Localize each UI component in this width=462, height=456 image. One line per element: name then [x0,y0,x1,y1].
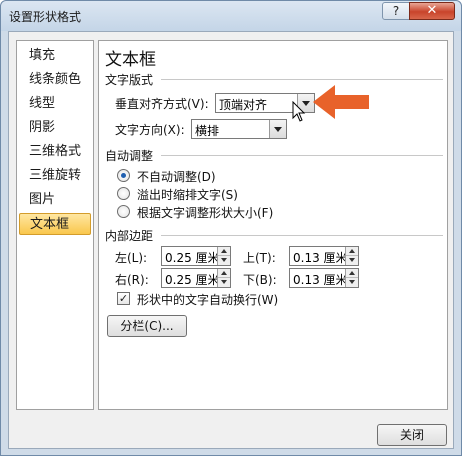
nav-item-line-style[interactable]: 线型 [19,93,91,115]
section-autofit-heading: 自动调整 [105,149,154,163]
bottom-margin-spinner[interactable]: 0.13 厘米 [289,268,359,288]
vertical-align-value: 顶端对齐 [219,98,268,112]
option-shrink-on-overflow[interactable]: 溢出时缩排文字(S) [137,186,238,203]
wrap-text-checkbox[interactable]: ✓ [117,292,130,305]
right-margin-spinner[interactable]: 0.25 厘米 [161,268,231,288]
dialog-client-area: 填充 线条颜色 线型 阴影 三维格式 三维旋转 图片 文本框 文本框 文字版式 … [8,31,454,449]
wrap-text-label[interactable]: 形状中的文字自动换行(W) [137,291,278,308]
category-list: 填充 线条颜色 线型 阴影 三维格式 三维旋转 图片 文本框 [16,40,94,410]
panel-title: 文本框 [105,50,156,70]
spin-buttons [217,247,230,265]
right-margin-value: 0.25 厘米 [165,273,220,287]
nav-item-picture[interactable]: 图片 [19,189,91,211]
mouse-cursor-icon [292,101,306,122]
chevron-down-icon[interactable] [269,120,286,138]
nav-item-fill[interactable]: 填充 [19,45,91,67]
nav-item-3d-format[interactable]: 三维格式 [19,141,91,163]
annotation-arrow-icon [313,85,369,119]
nav-item-text-box[interactable]: 文本框 [19,213,91,235]
spin-up-icon[interactable] [218,269,230,278]
section-margins-heading: 内部边距 [105,229,154,243]
spin-buttons [217,269,230,287]
help-button[interactable]: ? [382,2,410,20]
nav-item-line-color[interactable]: 线条颜色 [19,69,91,91]
radio-resize-shape[interactable] [117,205,130,218]
spin-up-icon[interactable] [346,269,358,278]
spin-up-icon[interactable] [218,247,230,256]
radio-shrink-on-overflow[interactable] [117,187,130,200]
spin-down-icon[interactable] [346,278,358,287]
columns-button[interactable]: 分栏(C)... [107,315,187,337]
section-divider [161,79,443,80]
settings-panel: 文本框 文字版式 垂直对齐方式(V): 顶端对齐 文字方向(X): 横排 自动调… [98,40,448,410]
title-bar[interactable]: 设置形状格式 ? ✕ [1,1,461,31]
bottom-margin-value: 0.13 厘米 [293,273,348,287]
spin-up-icon[interactable] [346,247,358,256]
close-dialog-button[interactable]: 关闭 [377,424,447,446]
top-margin-label: 上(T): [243,251,276,265]
format-shape-dialog: 设置形状格式 ? ✕ 填充 线条颜色 线型 阴影 三维格式 三维旋转 图片 文本… [0,0,462,456]
window-close-button[interactable]: ✕ [409,2,455,20]
spin-buttons [345,269,358,287]
top-margin-spinner[interactable]: 0.13 厘米 [289,246,359,266]
top-margin-value: 0.13 厘米 [293,251,348,265]
option-do-not-autofit[interactable]: 不自动调整(D) [137,168,216,185]
text-direction-label: 文字方向(X): [115,123,185,137]
section-text-layout-heading: 文字版式 [105,73,154,87]
right-margin-label: 右(R): [115,273,149,287]
left-margin-value: 0.25 厘米 [165,251,220,265]
section-divider [161,235,443,236]
spin-down-icon[interactable] [218,256,230,265]
window-title: 设置形状格式 [9,10,82,24]
option-resize-shape[interactable]: 根据文字调整形状大小(F) [137,204,273,221]
spin-buttons [345,247,358,265]
text-direction-dropdown[interactable]: 横排 [191,119,287,139]
spin-down-icon[interactable] [218,278,230,287]
left-margin-label: 左(L): [115,251,148,265]
bottom-margin-label: 下(B): [243,273,277,287]
radio-do-not-autofit[interactable] [117,169,130,182]
left-margin-spinner[interactable]: 0.25 厘米 [161,246,231,266]
nav-item-3d-rotation[interactable]: 三维旋转 [19,165,91,187]
nav-item-shadow[interactable]: 阴影 [19,117,91,139]
spin-down-icon[interactable] [346,256,358,265]
section-divider [161,155,443,156]
vertical-align-label: 垂直对齐方式(V): [115,97,209,111]
text-direction-value: 横排 [195,124,220,138]
